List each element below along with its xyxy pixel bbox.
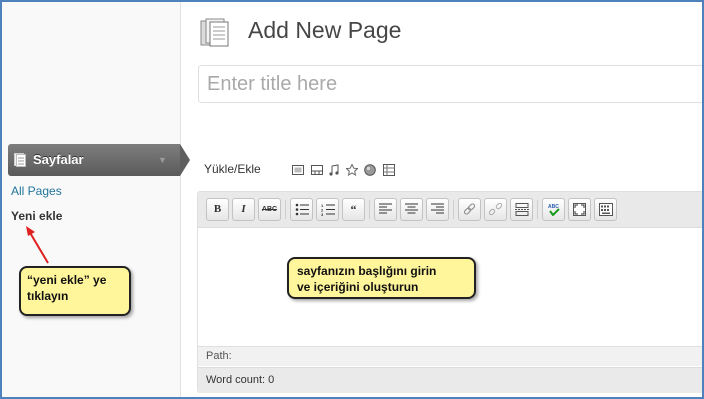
spellcheck-button[interactable]: ABC — [542, 198, 565, 221]
page-title: Add New Page — [248, 17, 402, 43]
callout-title-content: sayfanızın başlığını girin ve içeriğini … — [287, 257, 476, 299]
callout-text-line1: “yeni ekle” ye — [27, 273, 107, 287]
media-upload-icon[interactable] — [345, 163, 359, 176]
title-input[interactable] — [198, 65, 704, 103]
pages-icon — [14, 153, 26, 167]
sidebar-divider — [180, 2, 181, 397]
blockquote-icon: “ — [350, 202, 357, 216]
menu-label: Sayfalar — [33, 152, 84, 167]
align-right-icon — [431, 203, 444, 214]
more-tag-icon — [514, 203, 529, 216]
red-arrow-icon — [26, 226, 49, 264]
gallery-icon[interactable] — [383, 163, 395, 176]
video-upload-icon[interactable] — [311, 163, 323, 175]
unlink-button[interactable] — [484, 198, 507, 221]
blockquote-button[interactable]: “ — [342, 198, 365, 221]
editor-toolbar: B I ABC 123 “ ABC — [198, 192, 704, 228]
kitchen-sink-icon — [598, 203, 613, 216]
admin-sidebar — [2, 2, 180, 397]
numbered-list-icon: 123 — [321, 203, 335, 216]
italic-button[interactable]: I — [232, 198, 255, 221]
page-icon — [200, 18, 229, 47]
circle-upload-icon[interactable] — [364, 163, 376, 176]
bold-button[interactable]: B — [206, 198, 229, 221]
callout-text-line1: sayfanızın başlığını girin — [297, 264, 437, 278]
upload-insert-label: Yükle/Ekle — [204, 162, 261, 176]
spellcheck-icon: ABC — [548, 204, 560, 216]
align-center-icon — [405, 203, 418, 214]
align-left-icon — [379, 203, 392, 214]
numbered-list-button[interactable]: 123 — [316, 198, 339, 221]
link-icon — [463, 203, 476, 215]
svg-text:3: 3 — [321, 212, 324, 216]
link-button[interactable] — [458, 198, 481, 221]
toolbar-separator — [285, 200, 286, 219]
word-count: Word count: 0 — [198, 367, 704, 393]
align-right-button[interactable] — [426, 198, 449, 221]
menu-item-pages[interactable]: Sayfalar ▼ — [8, 144, 190, 176]
editor-path-bar: Path: — [198, 346, 704, 366]
kitchen-sink-button[interactable] — [594, 198, 617, 221]
callout-text-line2: ve içeriğini oluşturun — [297, 280, 419, 294]
chevron-down-icon[interactable]: ▼ — [158, 155, 167, 165]
image-upload-icon[interactable] — [292, 163, 304, 175]
bullet-list-icon — [295, 203, 309, 216]
audio-upload-icon[interactable] — [328, 163, 340, 176]
fullscreen-icon — [573, 203, 586, 216]
toolbar-separator — [369, 200, 370, 219]
sidebar-item-all-pages[interactable]: All Pages — [11, 184, 62, 198]
menu-arrow — [180, 144, 190, 176]
more-tag-button[interactable] — [510, 198, 533, 221]
bullet-list-button[interactable] — [290, 198, 313, 221]
callout-text-line2: tıklayın — [27, 289, 69, 303]
toolbar-separator — [537, 200, 538, 219]
unlink-icon — [489, 203, 502, 216]
sidebar-item-add-new[interactable]: Yeni ekle — [11, 209, 62, 223]
align-left-button[interactable] — [374, 198, 397, 221]
callout-add-new: “yeni ekle” ye tıklayın — [19, 266, 131, 316]
toolbar-separator — [453, 200, 454, 219]
fullscreen-button[interactable] — [568, 198, 591, 221]
align-center-button[interactable] — [400, 198, 423, 221]
strikethrough-button[interactable]: ABC — [258, 198, 281, 221]
